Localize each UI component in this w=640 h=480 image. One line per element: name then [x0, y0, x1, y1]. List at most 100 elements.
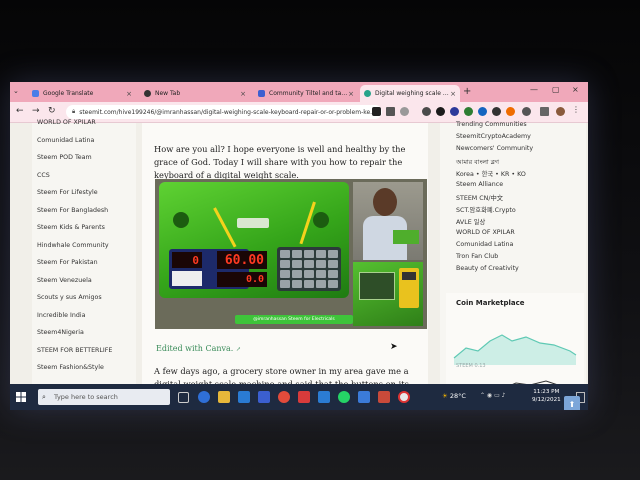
- right-nav-item[interactable]: Beauty of Creativity: [456, 265, 519, 272]
- search-icon: ⌕: [42, 393, 46, 401]
- close-tab-icon[interactable]: ×: [240, 90, 246, 98]
- edge-icon[interactable]: [198, 391, 210, 403]
- extension-icon[interactable]: [450, 107, 459, 116]
- left-nav-item[interactable]: Steem For Bangladesh: [37, 207, 108, 214]
- tab-digital-weighing-scale[interactable]: Digital weighing scale keyboard ×: [360, 85, 460, 102]
- left-nav-item[interactable]: Incredible India: [37, 312, 85, 319]
- yellow-arrow-icon: [213, 207, 237, 248]
- steemit-icon: [258, 90, 265, 97]
- scale-level-icon: [313, 212, 329, 228]
- right-nav-item[interactable]: Steem Alliance: [456, 181, 503, 188]
- maximize-icon[interactable]: ▢: [552, 85, 560, 94]
- url-input[interactable]: 🔒︎ steemit.com/hive199246/@imranhassan/d…: [66, 105, 382, 119]
- extension-icon[interactable]: [422, 107, 431, 116]
- close-tab-icon[interactable]: ×: [450, 90, 456, 98]
- right-nav-item[interactable]: STEEM CN/中文: [456, 193, 503, 202]
- mail-icon[interactable]: [258, 391, 270, 403]
- screen: ⌄ Google Translate × New Tab × Community…: [10, 82, 588, 410]
- app-icon[interactable]: [358, 391, 370, 403]
- scale-keypad: [277, 247, 341, 291]
- windows-start-icon[interactable]: [16, 392, 26, 402]
- left-nav-item[interactable]: Steem POD Team: [37, 154, 92, 161]
- store-icon[interactable]: [238, 391, 250, 403]
- app-icon[interactable]: [378, 391, 390, 403]
- chrome-icon[interactable]: [398, 391, 410, 403]
- minimize-icon[interactable]: —: [530, 85, 538, 94]
- extensions-puzzle-icon[interactable]: [522, 107, 531, 116]
- close-window-icon[interactable]: ×: [572, 85, 579, 94]
- taskbar-search-input[interactable]: ⌕ Type here to search: [38, 389, 170, 405]
- trending-communities-heading[interactable]: Trending Communities: [456, 121, 527, 128]
- left-nav-item[interactable]: Steem For Lifestyle: [37, 189, 98, 196]
- google-translate-icon: [32, 90, 39, 97]
- left-nav-item[interactable]: Steem Kids & Parents: [37, 224, 105, 231]
- file-explorer-icon[interactable]: [218, 391, 230, 403]
- author-photo: [353, 182, 423, 260]
- right-nav-item[interactable]: Newcomers' Community: [456, 145, 533, 152]
- right-nav-item[interactable]: Comunidad Latina: [456, 241, 513, 248]
- right-nav-item[interactable]: WORLD OF XPILAR: [456, 229, 515, 236]
- left-nav-item[interactable]: Comunidad Latina: [37, 137, 94, 144]
- left-nav-item[interactable]: STEEM FOR BETTERLIFE: [37, 347, 112, 354]
- left-nav-item[interactable]: Scouts y sus Amigos: [37, 294, 102, 301]
- powerpoint-icon[interactable]: [298, 391, 310, 403]
- reload-icon[interactable]: ↻: [48, 106, 56, 116]
- system-tray-icons[interactable]: ⌃ ◉ ▭ ♪: [480, 392, 505, 399]
- coin-label: STEEM 0.13: [456, 363, 486, 369]
- scroll-to-top-button[interactable]: ⬆︎: [564, 396, 580, 410]
- task-view-icon[interactable]: [178, 392, 189, 403]
- download-icon[interactable]: [540, 107, 549, 116]
- close-tab-icon[interactable]: ×: [348, 90, 354, 98]
- scale-level-icon: [173, 212, 189, 228]
- close-tab-icon[interactable]: ×: [126, 90, 132, 98]
- right-nav-item[interactable]: আমার বাংলা ব্লগ: [456, 157, 499, 168]
- word-icon[interactable]: [318, 391, 330, 403]
- left-nav-item[interactable]: Steem Venezuela: [37, 277, 92, 284]
- menu-dots-icon[interactable]: ⋮: [572, 105, 581, 114]
- left-nav-item[interactable]: CCS: [37, 172, 50, 179]
- whatsapp-icon[interactable]: [338, 391, 350, 403]
- right-nav-item[interactable]: AVLE 일상: [456, 217, 485, 226]
- left-nav-item[interactable]: Steem For Pakistan: [37, 259, 98, 266]
- image-caption: @imranhassan Steem for Electricals: [235, 315, 353, 324]
- right-nav-item[interactable]: SCT.암호화폐.Crypto: [456, 205, 516, 214]
- extension-icon[interactable]: [492, 107, 501, 116]
- app-icon[interactable]: [278, 391, 290, 403]
- bookmark-star-icon[interactable]: [400, 107, 409, 116]
- page-content: WORLD OF XPILAR Comunidad Latina Steem P…: [10, 119, 588, 410]
- left-nav-item[interactable]: Steem4Nigeria: [37, 329, 84, 336]
- weather-temperature: 28°C: [449, 392, 466, 400]
- tab-google-translate[interactable]: Google Translate ×: [28, 85, 136, 102]
- left-nav-item[interactable]: Steem Fashion&Style: [37, 364, 104, 371]
- steemit-icon: [364, 90, 371, 97]
- back-arrow-icon[interactable]: ←: [16, 106, 24, 116]
- left-nav-item[interactable]: Hindwhale Community: [37, 242, 109, 249]
- tab-search-chevron-icon[interactable]: ⌄: [13, 87, 19, 95]
- new-tab-button[interactable]: +: [463, 86, 471, 97]
- tab-title: Community Tiltel and tag - Dyn: [269, 90, 348, 97]
- canva-link[interactable]: Edited with Canva. ↗: [156, 344, 241, 353]
- forward-arrow-icon[interactable]: →: [32, 106, 40, 116]
- extension-icon[interactable]: [506, 107, 515, 116]
- tab-new-tab[interactable]: New Tab ×: [140, 85, 250, 102]
- translate-page-icon[interactable]: [372, 107, 381, 116]
- extension-icon[interactable]: [478, 107, 487, 116]
- taskbar-clock[interactable]: 11:23 PM 9/12/2021: [532, 388, 561, 404]
- lock-icon: 🔒︎: [72, 108, 76, 115]
- profile-avatar-icon[interactable]: [556, 107, 565, 116]
- clock-date: 9/12/2021: [532, 397, 561, 403]
- weather-widget[interactable]: ☀︎ 28°C: [442, 392, 466, 400]
- right-nav-item[interactable]: Tron Fan Club: [456, 253, 498, 260]
- share-icon[interactable]: [386, 107, 395, 116]
- extension-icon[interactable]: [464, 107, 473, 116]
- left-nav-item[interactable]: WORLD OF XPILAR: [37, 119, 96, 126]
- right-nav-item[interactable]: SteemitCryptoAcademy: [456, 133, 531, 140]
- article-intro: How are you all? I hope everyone is well…: [154, 144, 406, 180]
- tab-title: New Tab: [155, 90, 181, 97]
- extension-icon[interactable]: [436, 107, 445, 116]
- right-nav-item[interactable]: Korea • 한국 • KR • KO: [456, 169, 526, 178]
- tab-community[interactable]: Community Tiltel and tag - Dyn ×: [254, 85, 358, 102]
- weather-sun-icon: ☀︎: [442, 392, 448, 400]
- url-text: steemit.com/hive199246/@imranhassan/digi…: [79, 108, 376, 116]
- mouse-cursor-icon: ➤: [390, 342, 398, 352]
